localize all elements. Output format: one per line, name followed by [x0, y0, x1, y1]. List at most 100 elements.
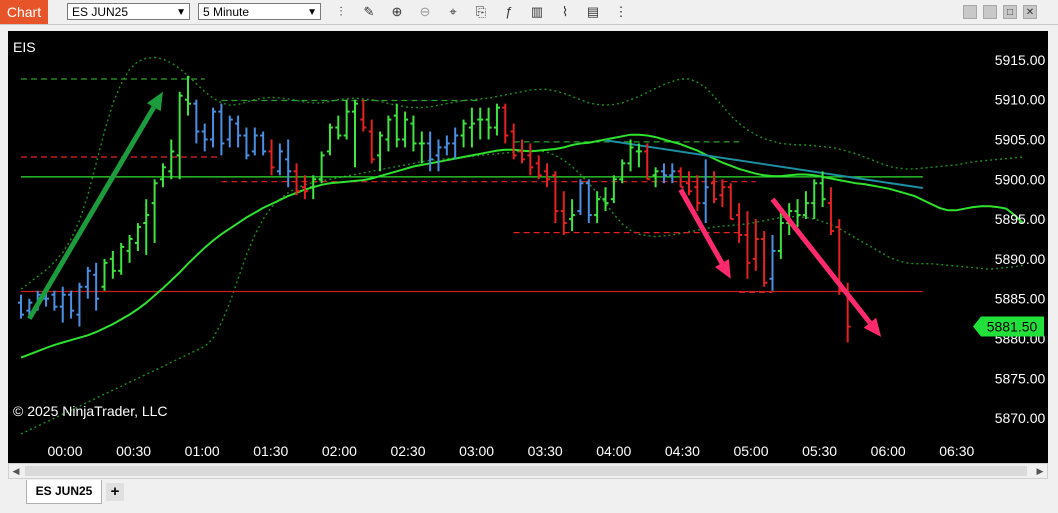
add-tab-button[interactable]: +: [106, 483, 124, 501]
x-tick-label: 04:00: [596, 443, 631, 459]
copyright-label: © 2025 NinjaTrader, LLC: [13, 403, 168, 419]
restore-button[interactable]: [983, 5, 997, 19]
ohlc-bar: [76, 282, 83, 327]
ohlc-bar: [794, 199, 801, 228]
ohlc-bar: [702, 159, 709, 224]
ohlc-bar: [761, 231, 768, 287]
x-tick-label: 00:00: [47, 443, 82, 459]
chart-tab[interactable]: Chart: [0, 0, 48, 24]
ohlc-bar: [118, 242, 125, 275]
y-tick-label: 5910.00: [995, 92, 1046, 108]
hide-drawings-icon[interactable]: ⋮: [612, 3, 630, 21]
bar-style-icon[interactable]: ⫶: [332, 3, 350, 21]
x-tick-label: 02:30: [390, 443, 425, 459]
close-button[interactable]: ✕: [1023, 5, 1037, 19]
x-tick-label: 04:30: [665, 443, 700, 459]
ohlc-bar: [552, 171, 559, 224]
ohlc-bar: [168, 139, 175, 180]
ohlc-bar: [402, 111, 409, 148]
y-tick-label: 5875.00: [995, 370, 1046, 386]
ohlc-bar: [368, 119, 375, 164]
ohlc-bar: [201, 123, 208, 152]
ohlc-bar: [251, 127, 258, 156]
ohlc-bar: [752, 219, 759, 271]
indicators-icon[interactable]: ƒ: [500, 3, 518, 21]
ohlc-bar: [243, 127, 250, 160]
properties-icon[interactable]: ▤: [584, 3, 602, 21]
ohlc-bar: [235, 115, 242, 148]
interval-value: 5 Minute: [203, 5, 250, 19]
y-tick-label: 5905.00: [995, 131, 1046, 147]
x-tick-label: 02:00: [322, 443, 357, 459]
ohlc-bar: [268, 139, 275, 176]
ohlc-bar: [577, 179, 584, 216]
ohlc-bar: [93, 262, 100, 311]
ohlc-bar: [276, 143, 283, 176]
ohlc-bar: [602, 187, 609, 212]
ohlc-bar: [560, 191, 567, 235]
ohlc-bar: [502, 103, 509, 144]
price-chart[interactable]: 5915.00 5910.00 5905.00 5900.00 5895.00 5890.…: [8, 31, 1048, 463]
ohlc-bar: [134, 223, 141, 251]
ohlc-bar: [101, 258, 108, 291]
trendline: [605, 139, 923, 190]
crosshair-icon[interactable]: ⌖: [444, 3, 462, 21]
ohlc-bar: [126, 235, 133, 263]
y-tick-label: 5900.00: [995, 171, 1046, 187]
ohlc-bar: [769, 235, 776, 291]
ohlc-bar: [326, 123, 333, 156]
strategies-icon[interactable]: ▥: [528, 3, 546, 21]
instrument-label: EIS: [13, 39, 36, 55]
draw-pencil-icon[interactable]: ✎: [360, 3, 378, 21]
ohlc-bar: [719, 179, 726, 208]
ohlc-bar: [527, 143, 534, 176]
horizontal-scrollbar[interactable]: ◀ ▶: [8, 463, 1048, 479]
zoom-out-icon[interactable]: ⊖: [416, 3, 434, 21]
interval-dropdown[interactable]: 5 Minute ▼: [198, 3, 321, 20]
ohlc-bar: [84, 266, 91, 299]
data-box-icon[interactable]: ⎘: [472, 3, 490, 21]
ohlc-bar: [293, 163, 300, 196]
ohlc-bar: [644, 143, 651, 181]
last-price-label: 5881.50: [987, 319, 1038, 335]
ohlc-bar: [218, 103, 225, 156]
ohlc-bar: [143, 199, 150, 255]
bollinger-lower-line: [20, 149, 1024, 435]
annotation-arrow-1: [678, 188, 725, 265]
ohlc-bar: [18, 294, 24, 319]
tab-strip: ES JUN25 +: [0, 480, 1058, 513]
maximize-button[interactable]: □: [1003, 5, 1017, 19]
chart-toolbar: Chart ES JUN25 ▼ 5 Minute ▼ ⫶ ✎ ⊕ ⊖ ⌖ ⎘ …: [0, 0, 1058, 25]
ohlc-bar: [443, 135, 450, 156]
ohlc-bar: [193, 99, 200, 144]
zoom-in-icon[interactable]: ⊕: [388, 3, 406, 21]
instrument-dropdown[interactable]: ES JUN25 ▼: [67, 3, 190, 20]
y-tick-label: 5885.00: [995, 291, 1046, 307]
ohlc-bar: [335, 115, 342, 140]
ohlc-bar: [694, 175, 701, 212]
templates-icon[interactable]: ⌇: [556, 3, 574, 21]
scroll-left-icon[interactable]: ◀: [9, 464, 23, 478]
ohlc-bar: [210, 107, 217, 148]
ohlc-bar: [285, 139, 292, 188]
ohlc-bar: [827, 187, 834, 235]
chart-panel[interactable]: 5915.00 5910.00 5905.00 5900.00 5895.00 5890.…: [8, 31, 1048, 463]
ohlc-bar: [176, 91, 183, 180]
scroll-right-icon[interactable]: ▶: [1033, 464, 1047, 478]
x-tick-label: 03:00: [459, 443, 494, 459]
ohlc-bar: [418, 131, 425, 164]
ohlc-bar: [301, 175, 308, 200]
minimize-button[interactable]: [963, 5, 977, 19]
ohlc-bar: [635, 143, 642, 168]
y-tick-label: 5890.00: [995, 251, 1046, 267]
annotation-arrow-2: [770, 197, 872, 325]
ohlc-bar: [493, 103, 500, 136]
ohlc-bar: [151, 179, 158, 243]
ohlc-bar: [460, 119, 467, 148]
scroll-thumb[interactable]: [25, 466, 1027, 476]
tab-es-jun25[interactable]: ES JUN25: [26, 480, 102, 504]
x-tick-label: 05:00: [733, 443, 768, 459]
annotation-arrow-0: [27, 105, 156, 320]
x-tick-label: 03:30: [528, 443, 563, 459]
ohlc-bar: [727, 183, 734, 221]
